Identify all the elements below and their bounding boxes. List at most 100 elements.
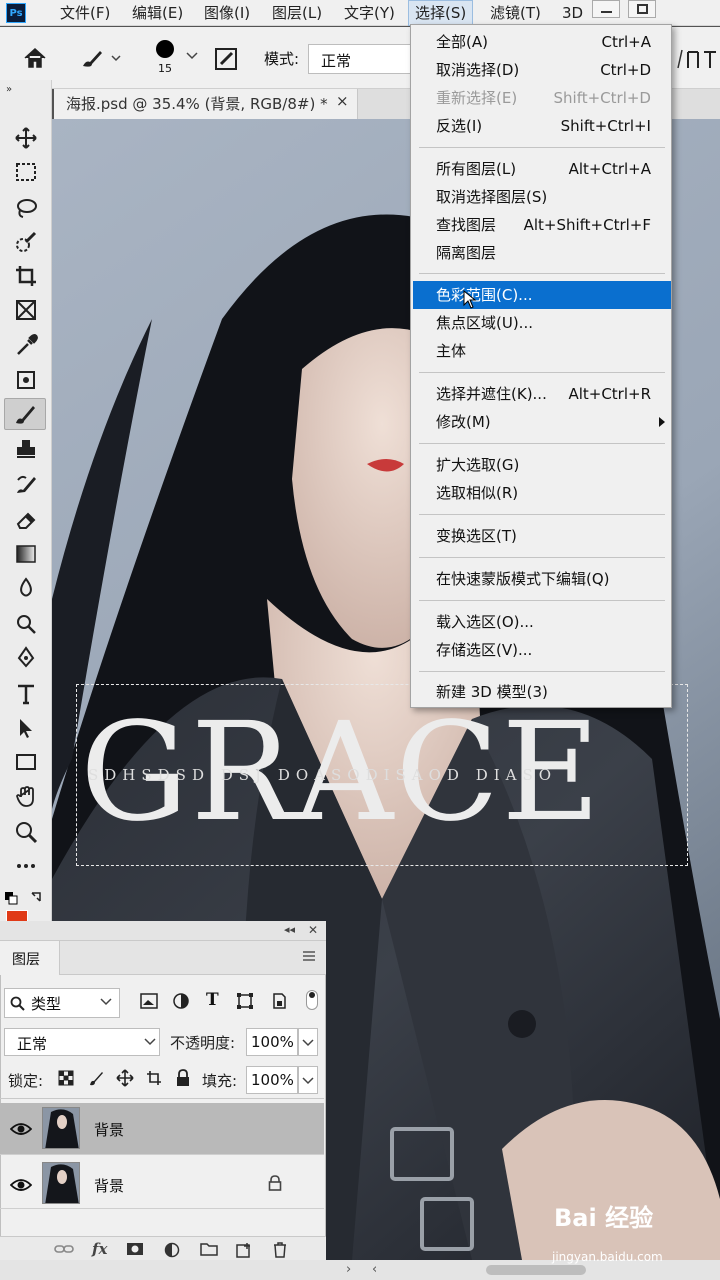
lasso-tool[interactable]	[12, 194, 40, 222]
menu-item-inverse[interactable]: 反选(I) Shift+Ctrl+I	[413, 112, 671, 140]
add-mask-icon[interactable]	[126, 1242, 144, 1256]
quick-selection-tool[interactable]	[12, 228, 40, 256]
menu-layer[interactable]: 图层(L)	[272, 0, 322, 26]
collapse-panel-icon[interactable]: ◂◂	[284, 923, 295, 936]
lock-all-icon[interactable]	[176, 1069, 190, 1087]
fx-icon[interactable]: fx	[92, 1240, 107, 1258]
layer-name: 背景	[94, 1177, 125, 1195]
menu-item-grow[interactable]: 扩大选取(G)	[413, 451, 671, 479]
history-brush-tool[interactable]	[12, 470, 40, 498]
menu-item-transform-selection[interactable]: 变换选区(T)	[413, 522, 671, 550]
default-colors-icon[interactable]	[4, 890, 48, 906]
adjustment-layer-icon[interactable]	[164, 1242, 180, 1258]
home-button[interactable]	[22, 46, 48, 70]
menu-item-focus-area[interactable]: 焦点区域(U)...	[413, 309, 671, 337]
fill-label: 填充:	[202, 1072, 238, 1090]
menu-type[interactable]: 文字(Y)	[344, 0, 395, 26]
zoom-tool[interactable]	[12, 818, 40, 846]
dodge-tool[interactable]	[12, 610, 40, 638]
pen-tool[interactable]	[12, 644, 40, 672]
menu-item-color-range[interactable]: 色彩范围(C)...	[413, 281, 671, 309]
document-tab[interactable]: 海报.psd @ 35.4% (背景, RGB/8#) *	[54, 89, 358, 119]
visibility-eye-icon[interactable]	[10, 1121, 32, 1137]
menu-item-save-selection[interactable]: 存储选区(V)...	[413, 636, 671, 664]
menu-image[interactable]: 图像(I)	[204, 0, 250, 26]
visibility-eye-icon[interactable]	[10, 1177, 32, 1193]
move-tool[interactable]	[12, 124, 40, 152]
marquee-tool[interactable]	[12, 158, 40, 186]
chevron-down-icon	[302, 1077, 314, 1085]
tab-layers[interactable]: 图层	[0, 941, 60, 975]
filter-type-icon[interactable]: T	[206, 990, 219, 1010]
rectangle-tool[interactable]	[12, 748, 40, 776]
path-selection-tool[interactable]	[12, 714, 40, 742]
eraser-tool[interactable]	[12, 506, 40, 534]
menu-item-modify[interactable]: 修改(M)	[413, 408, 671, 436]
type-tool[interactable]	[12, 680, 40, 708]
menu-item-all-layers[interactable]: 所有图层(L) Alt+Ctrl+A	[413, 155, 671, 183]
more-tools-button[interactable]	[12, 852, 40, 880]
close-panel-icon[interactable]: ✕	[308, 923, 318, 937]
layer-row[interactable]: 背景	[0, 1157, 324, 1209]
menu-item-quick-mask[interactable]: 在快速蒙版模式下编辑(Q)	[413, 565, 671, 593]
brush-preset-picker[interactable]	[80, 46, 124, 70]
filter-pixel-icon[interactable]	[140, 992, 158, 1010]
scrollbar-thumb[interactable]	[486, 1265, 586, 1275]
new-layer-icon[interactable]	[236, 1242, 252, 1258]
menu-separator	[419, 443, 665, 444]
blur-tool[interactable]	[12, 574, 40, 602]
lock-transparent-icon[interactable]	[58, 1070, 74, 1086]
menu-item-isolate-layers[interactable]: 隔离图层	[413, 239, 671, 267]
menu-item-new-3d-extrusion[interactable]: 新建 3D 模型(3)	[413, 678, 671, 706]
filter-toggle[interactable]	[306, 990, 318, 1010]
close-tab-icon[interactable]: ×	[336, 92, 349, 110]
trash-icon[interactable]	[272, 1242, 288, 1258]
stamp-tool[interactable]	[12, 436, 40, 464]
menu-select[interactable]: 选择(S)	[408, 0, 474, 26]
healing-brush-tool[interactable]	[12, 366, 40, 394]
scroll-right-icon[interactable]: ›	[346, 1262, 351, 1277]
menu-item-subject[interactable]: 主体	[413, 337, 671, 365]
filter-adjustment-icon[interactable]	[172, 992, 190, 1010]
menu-item-similar[interactable]: 选取相似(R)	[413, 479, 671, 507]
filter-smart-object-icon[interactable]	[270, 992, 288, 1010]
menu-item-deselect-layers[interactable]: 取消选择图层(S)	[413, 183, 671, 211]
frame-tool[interactable]	[12, 296, 40, 324]
panel-menu-icon[interactable]	[302, 950, 316, 962]
layer-row[interactable]: 背景	[0, 1103, 324, 1155]
crop-tool[interactable]	[12, 262, 40, 290]
menu-filter[interactable]: 滤镜(T)	[490, 0, 541, 26]
filter-shape-icon[interactable]	[236, 992, 254, 1010]
fill-dropdown[interactable]	[298, 1066, 318, 1094]
menu-edit[interactable]: 编辑(E)	[132, 0, 183, 26]
menu-item-find-layers[interactable]: 查找图层 Alt+Shift+Ctrl+F	[413, 211, 671, 239]
brush-settings-button[interactable]	[214, 46, 240, 72]
brush-tool[interactable]	[4, 398, 46, 430]
hand-tool[interactable]	[12, 782, 40, 810]
fill-input[interactable]: 100%	[246, 1066, 298, 1094]
brush-size: 15	[158, 62, 172, 75]
eyedropper-tool[interactable]	[12, 332, 40, 360]
menu-item-select-all[interactable]: 全部(A) Ctrl+A	[413, 28, 671, 56]
opacity-dropdown[interactable]	[298, 1028, 318, 1056]
menu-file[interactable]: 文件(F)	[60, 0, 110, 26]
link-layers-icon[interactable]	[54, 1242, 74, 1256]
menu-item-deselect[interactable]: 取消选择(D) Ctrl+D	[413, 56, 671, 84]
scroll-left-icon[interactable]: ‹	[372, 1262, 377, 1277]
menu-item-reselect[interactable]: 重新选择(E) Shift+Ctrl+D	[413, 84, 671, 112]
minimize-button[interactable]	[592, 0, 620, 18]
collapse-toolbar-icon[interactable]: »	[6, 84, 12, 95]
angle-input[interactable]	[676, 44, 720, 74]
mode-select[interactable]: 正常	[308, 44, 418, 74]
menu-3d[interactable]: 3D	[562, 0, 583, 26]
gradient-tool[interactable]	[12, 540, 40, 568]
menu-item-select-and-mask[interactable]: 选择并遮住(K)... Alt+Ctrl+R	[413, 380, 671, 408]
lock-position-icon[interactable]	[116, 1069, 134, 1087]
lock-artboard-icon[interactable]	[146, 1070, 162, 1086]
blend-mode-select[interactable]: 正常	[4, 1028, 160, 1056]
menu-item-load-selection[interactable]: 载入选区(O)...	[413, 608, 671, 636]
new-group-icon[interactable]	[200, 1242, 218, 1256]
opacity-input[interactable]: 100%	[246, 1028, 298, 1056]
maximize-button[interactable]	[628, 0, 656, 18]
lock-pixels-icon[interactable]	[88, 1070, 104, 1086]
